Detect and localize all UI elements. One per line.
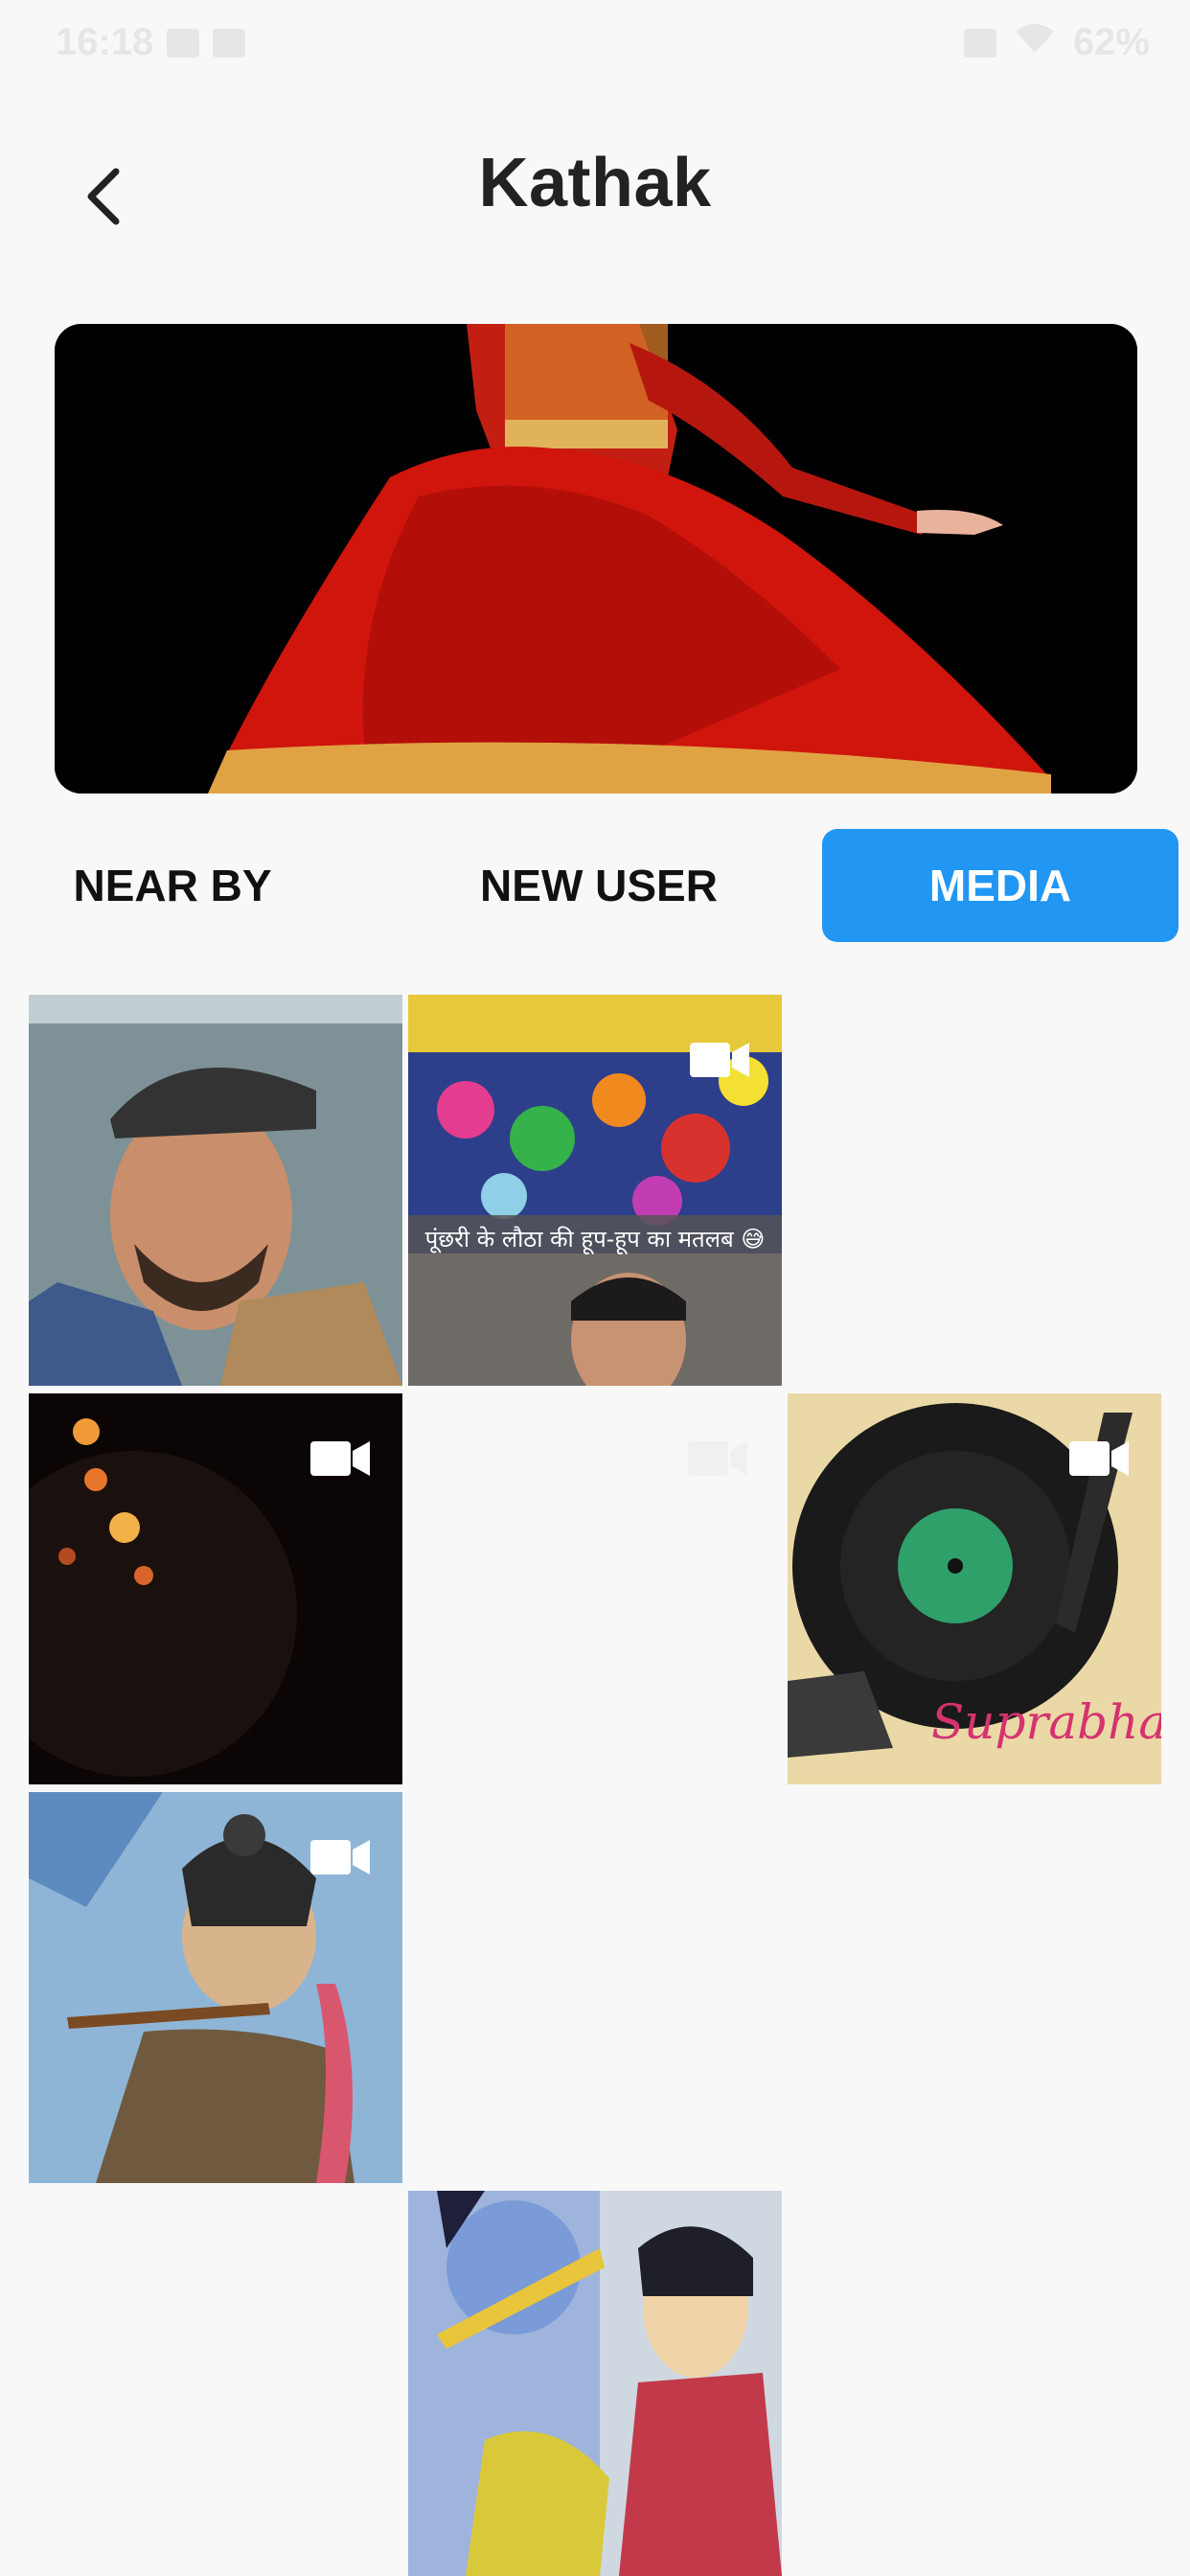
notification-icon xyxy=(213,28,246,58)
tab-media[interactable]: MEDIA xyxy=(822,829,1179,942)
media-item[interactable] xyxy=(29,995,402,1386)
page-title: Kathak xyxy=(478,145,712,221)
tab-near-by[interactable]: NEAR BY xyxy=(38,829,307,942)
media-item[interactable]: Suprabhat xyxy=(788,1393,1161,1784)
signal-icon xyxy=(963,28,996,58)
svg-text:Suprabhat: Suprabhat xyxy=(931,1694,1161,1750)
video-camera-icon xyxy=(688,1441,747,1476)
media-item[interactable] xyxy=(29,1792,402,2183)
notification-icon xyxy=(167,28,200,58)
video-camera-icon xyxy=(690,1043,749,1077)
status-time: 16:18 xyxy=(56,21,154,63)
status-left: 16:18 xyxy=(56,21,246,64)
status-right: 62% xyxy=(963,21,1150,64)
status-bar: 16:18 62% xyxy=(0,0,1190,86)
media-item[interactable] xyxy=(408,2191,782,2576)
banner-image xyxy=(55,324,1137,794)
video-camera-icon xyxy=(310,1840,370,1874)
video-camera-icon xyxy=(310,1441,370,1476)
media-item[interactable] xyxy=(29,1393,402,1784)
media-caption: पूंछरी के लौठा की हूप-हूप का मतलब 😅 xyxy=(424,1226,766,1253)
video-camera-icon xyxy=(1069,1441,1129,1476)
wifi-icon xyxy=(1014,21,1056,64)
tab-new-user[interactable]: NEW USER xyxy=(450,829,747,942)
media-item[interactable]: पूंछरी के लौठा की हूप-हूप का मतलब 😅 xyxy=(408,995,782,1386)
battery-level: 62% xyxy=(1072,21,1150,63)
